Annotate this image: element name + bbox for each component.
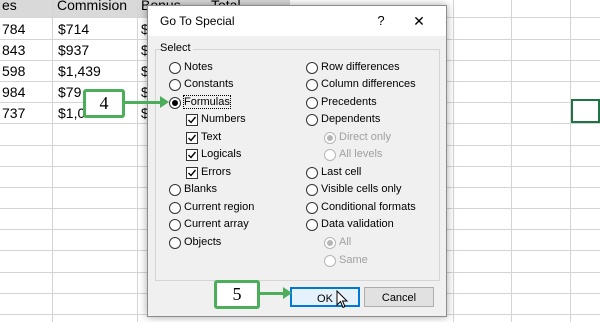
option-label: Column differences xyxy=(321,78,416,90)
radio-icon[interactable] xyxy=(169,219,181,231)
option-label: Conditional formats xyxy=(321,201,416,213)
radio-icon[interactable] xyxy=(306,202,318,214)
close-button[interactable]: ✕ xyxy=(406,10,432,32)
commision-cell[interactable]: $1,0 xyxy=(58,105,85,121)
option-label: Numbers xyxy=(201,113,246,125)
arrow-line xyxy=(260,292,284,295)
option-label: Last cell xyxy=(321,166,362,178)
radio-selected-icon[interactable] xyxy=(169,97,181,109)
radio-icon[interactable] xyxy=(306,97,318,109)
option-label: Constants xyxy=(184,78,234,90)
option-label: Visible cells only xyxy=(321,183,402,195)
sales-cell[interactable]: 784 xyxy=(2,21,25,37)
radio-icon[interactable] xyxy=(169,237,181,249)
sales-cell[interactable]: 843 xyxy=(2,42,25,58)
option-label: Data validation xyxy=(321,218,394,230)
grid-line xyxy=(52,0,53,322)
radio-icon[interactable] xyxy=(306,79,318,91)
option-label: Text xyxy=(201,131,222,143)
sales-cell[interactable]: 598 xyxy=(2,63,25,79)
checkbox-checked-icon[interactable] xyxy=(186,149,198,161)
option-label: Logicals xyxy=(201,148,242,160)
option-label: Dependents xyxy=(321,113,381,125)
sales-cell[interactable]: 984 xyxy=(2,84,25,100)
radio-disabled-icon xyxy=(324,132,336,144)
radio-icon[interactable] xyxy=(169,62,181,74)
grid-line xyxy=(453,0,454,322)
go-to-special-dialog: Go To Special ? ✕ Select Notes Constants… xyxy=(147,5,447,317)
radio-icon[interactable] xyxy=(169,184,181,196)
column-header-commision: Commision xyxy=(57,0,128,13)
select-group-label: Select xyxy=(160,42,193,54)
sales-cell[interactable]: 737 xyxy=(2,105,25,121)
mouse-pointer-icon xyxy=(336,290,349,309)
grid-line xyxy=(511,0,512,322)
checkbox-checked-icon[interactable] xyxy=(186,132,198,144)
commision-cell[interactable]: $714 xyxy=(58,21,89,37)
help-button[interactable]: ? xyxy=(370,10,392,32)
radio-icon[interactable] xyxy=(169,202,181,214)
cancel-button[interactable]: Cancel xyxy=(364,287,434,307)
radio-icon[interactable] xyxy=(306,114,318,126)
commision-cell[interactable]: $79 xyxy=(58,84,81,100)
dialog-titlebar: Go To Special ? ✕ xyxy=(148,6,446,36)
checkbox-checked-icon[interactable] xyxy=(186,167,198,179)
column-header-sales: es xyxy=(2,0,17,13)
option-label: All levels xyxy=(339,148,383,160)
grid-line xyxy=(137,0,138,322)
radio-icon[interactable] xyxy=(306,184,318,196)
arrow-right-icon xyxy=(160,96,169,108)
active-cell[interactable] xyxy=(571,99,600,123)
dialog-title: Go To Special xyxy=(160,14,235,28)
option-label: Notes xyxy=(184,61,213,73)
radio-icon[interactable] xyxy=(306,219,318,231)
arrow-right-icon xyxy=(283,287,292,299)
option-label: Same xyxy=(339,254,368,266)
radio-disabled-icon xyxy=(324,149,336,161)
step-5-callout: 5 xyxy=(214,280,260,309)
option-label: Precedents xyxy=(321,96,377,108)
option-label: Objects xyxy=(184,236,222,248)
arrow-line xyxy=(125,101,161,104)
option-label: Direct only xyxy=(339,131,391,143)
option-label: Errors xyxy=(201,166,231,178)
radio-icon[interactable] xyxy=(306,62,318,74)
option-label: Blanks xyxy=(184,183,218,195)
option-label: Current region xyxy=(184,201,255,213)
commision-cell[interactable]: $1,439 xyxy=(58,63,101,79)
commision-cell[interactable]: $937 xyxy=(58,42,89,58)
option-label: Formulas xyxy=(183,95,231,109)
option-label: Current array xyxy=(184,218,249,230)
radio-icon[interactable] xyxy=(169,79,181,91)
radio-disabled-icon xyxy=(324,255,336,267)
grid-line xyxy=(570,0,571,322)
option-label: Row differences xyxy=(321,61,400,73)
step-4-callout: 4 xyxy=(83,89,125,118)
radio-disabled-icon xyxy=(324,237,336,249)
checkbox-checked-icon[interactable] xyxy=(186,114,198,126)
radio-icon[interactable] xyxy=(306,167,318,179)
option-label: All xyxy=(339,236,352,248)
